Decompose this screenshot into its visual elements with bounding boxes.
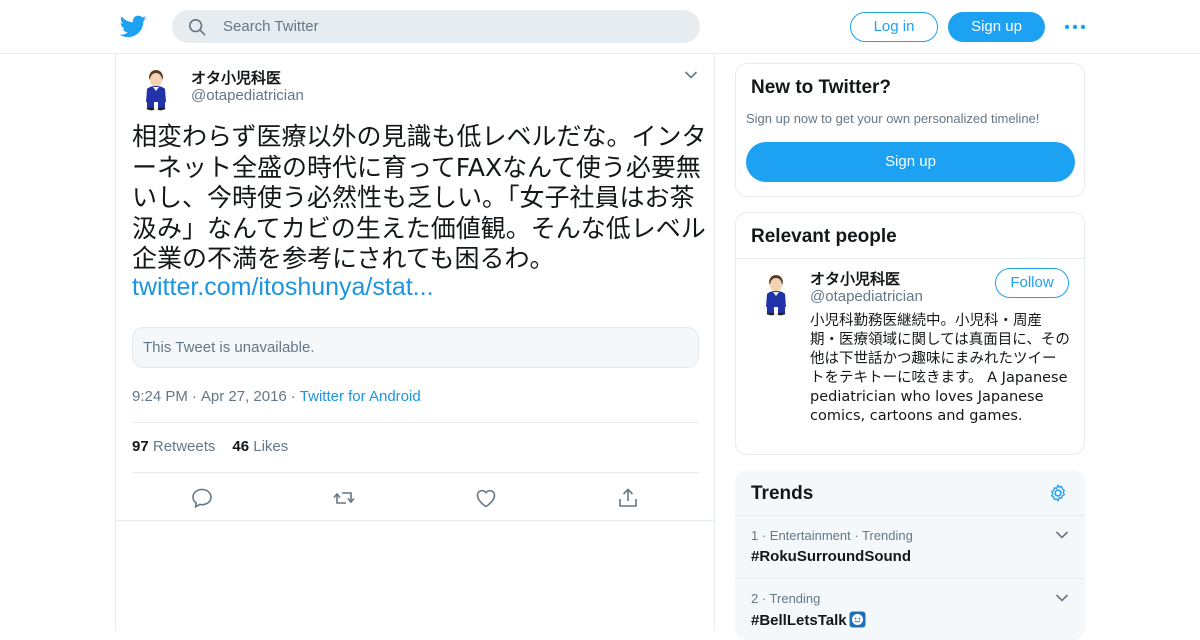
divider bbox=[132, 472, 699, 473]
retweets-label: Retweets bbox=[152, 438, 216, 455]
login-button[interactable]: Log in bbox=[850, 12, 938, 42]
signup-card-title: New to Twitter? bbox=[751, 77, 892, 98]
likes-stat[interactable]: 46 Likes bbox=[232, 438, 288, 455]
tweet-link[interactable]: twitter.com/itoshunya/stat... bbox=[132, 273, 434, 302]
tweet-source[interactable]: Twitter for Android bbox=[300, 388, 421, 405]
chevron-down-icon[interactable] bbox=[1055, 530, 1069, 540]
avatar[interactable] bbox=[752, 268, 800, 316]
quoted-tweet-unavailable-text: This Tweet is unavailable. bbox=[143, 339, 315, 356]
quoted-tweet-unavailable: This Tweet is unavailable. bbox=[132, 327, 699, 368]
signup-card-subtitle: Sign up now to get your own personalized… bbox=[746, 111, 1040, 126]
tweet-date[interactable]: Apr 27, 2016 bbox=[201, 388, 287, 405]
chevron-down-icon[interactable] bbox=[1055, 593, 1069, 603]
divider bbox=[116, 520, 714, 521]
separator-dot: · bbox=[290, 388, 296, 405]
relevant-people-title: Relevant people bbox=[751, 226, 897, 247]
tweet-metadata: 9:24 PM · Apr 27, 2016 · Twitter for Android bbox=[132, 388, 421, 405]
chevron-down-icon[interactable] bbox=[684, 70, 698, 80]
tweet-stats: 97 Retweets 46 Likes bbox=[132, 438, 288, 455]
trend-hashtag-text: #BellLetsTalk bbox=[751, 612, 847, 629]
avatar-illustration-icon bbox=[132, 63, 180, 111]
like-heart-icon[interactable] bbox=[474, 486, 498, 510]
trend-meta: 1 · Entertainment · Trending bbox=[751, 528, 913, 543]
relevant-people-card: Relevant people オタ小児科医 @otapediatrician … bbox=[735, 212, 1085, 455]
person-name[interactable]: オタ小児科医 bbox=[810, 268, 900, 289]
settings-gear-icon[interactable] bbox=[1048, 483, 1068, 503]
tweet-author-handle[interactable]: @otapediatrician bbox=[191, 87, 304, 104]
trends-title: Trends bbox=[751, 483, 814, 504]
avatar-illustration-icon bbox=[752, 268, 800, 316]
search-input[interactable]: Search Twitter bbox=[223, 18, 319, 35]
signup-button-header[interactable]: Sign up bbox=[948, 12, 1045, 42]
twitter-bird-logo-icon[interactable] bbox=[120, 13, 147, 40]
divider bbox=[735, 515, 1085, 516]
person-bio: 小児科勤務医継続中。小児科・周産期・医療領域に関しては真面目に、その他は下世話か… bbox=[810, 313, 1070, 424]
trend-hashtag[interactable]: #BellLetsTalk bbox=[751, 611, 866, 629]
follow-button[interactable]: Follow bbox=[995, 268, 1069, 298]
more-options-icon[interactable] bbox=[1064, 18, 1086, 36]
signup-button[interactable]: Sign up bbox=[746, 142, 1075, 182]
trend-hashtag[interactable]: #RokuSurroundSound bbox=[751, 548, 911, 565]
tweet-text: 相変わらず医療以外の見識も低レベルだな。インターネット全盛の時代に育ってFAXな… bbox=[132, 122, 707, 273]
retweet-icon[interactable] bbox=[332, 486, 356, 510]
avatar[interactable] bbox=[132, 63, 180, 111]
tweet-author-name[interactable]: オタ小児科医 bbox=[191, 67, 281, 88]
search-bar[interactable]: Search Twitter bbox=[172, 10, 700, 43]
bell-lets-talk-emoji-icon bbox=[849, 611, 866, 628]
trends-card: Trends 1 · Entertainment · Trending #Rok… bbox=[735, 470, 1085, 640]
retweets-stat[interactable]: 97 Retweets bbox=[132, 438, 215, 455]
top-navigation-bar: Search Twitter Log in Sign up bbox=[0, 0, 1200, 54]
divider bbox=[735, 578, 1085, 579]
share-icon[interactable] bbox=[616, 486, 640, 510]
retweets-count: 97 bbox=[132, 438, 149, 455]
likes-label: Likes bbox=[253, 438, 289, 455]
reply-icon[interactable] bbox=[190, 486, 214, 510]
divider bbox=[132, 422, 699, 423]
signup-card: New to Twitter? Sign up now to get your … bbox=[735, 63, 1085, 197]
likes-count: 46 bbox=[232, 438, 250, 455]
tweet-detail-column: オタ小児科医 @otapediatrician 相変わらず医療以外の見識も低レベ… bbox=[115, 54, 715, 630]
separator-dot: · bbox=[191, 388, 197, 405]
search-icon bbox=[188, 18, 206, 36]
tweet-time[interactable]: 9:24 PM bbox=[132, 388, 188, 405]
trend-meta: 2 · Trending bbox=[751, 591, 821, 606]
person-handle[interactable]: @otapediatrician bbox=[810, 288, 923, 305]
divider bbox=[736, 258, 1084, 259]
